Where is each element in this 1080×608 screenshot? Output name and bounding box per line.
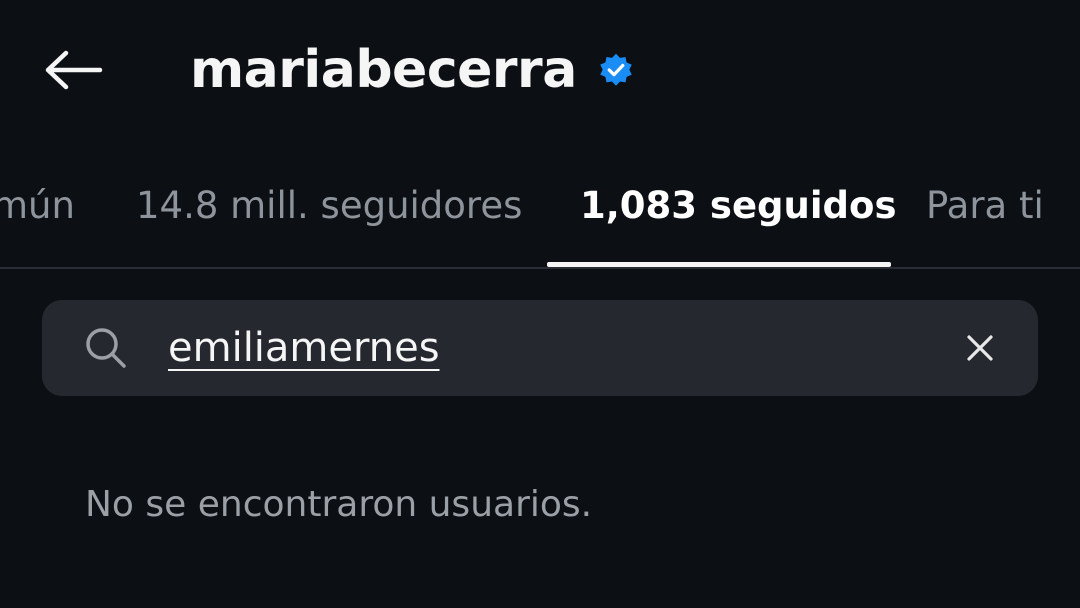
tab-mutual[interactable]: mún bbox=[0, 150, 75, 260]
verified-badge-icon bbox=[597, 51, 635, 89]
back-button[interactable] bbox=[36, 38, 112, 102]
top-bar: mariabecerra bbox=[0, 0, 1080, 140]
profile-title-wrap: mariabecerra bbox=[190, 30, 635, 110]
tabs-divider bbox=[0, 267, 1080, 269]
clear-search-button[interactable] bbox=[956, 324, 1004, 372]
empty-results-message: No se encontraron usuarios. bbox=[85, 484, 593, 525]
tab-followers[interactable]: 14.8 mill. seguidores bbox=[136, 150, 522, 260]
profile-username: mariabecerra bbox=[190, 40, 577, 100]
profile-tabs: mún 14.8 mill. seguidores 1,083 seguidos… bbox=[0, 150, 1080, 268]
tab-following[interactable]: 1,083 seguidos bbox=[580, 150, 896, 260]
tab-for-you[interactable]: Para ti bbox=[926, 150, 1044, 260]
close-icon bbox=[967, 335, 993, 361]
arrow-left-icon bbox=[45, 50, 103, 90]
search-icon bbox=[86, 328, 126, 368]
search-input[interactable] bbox=[168, 318, 888, 378]
